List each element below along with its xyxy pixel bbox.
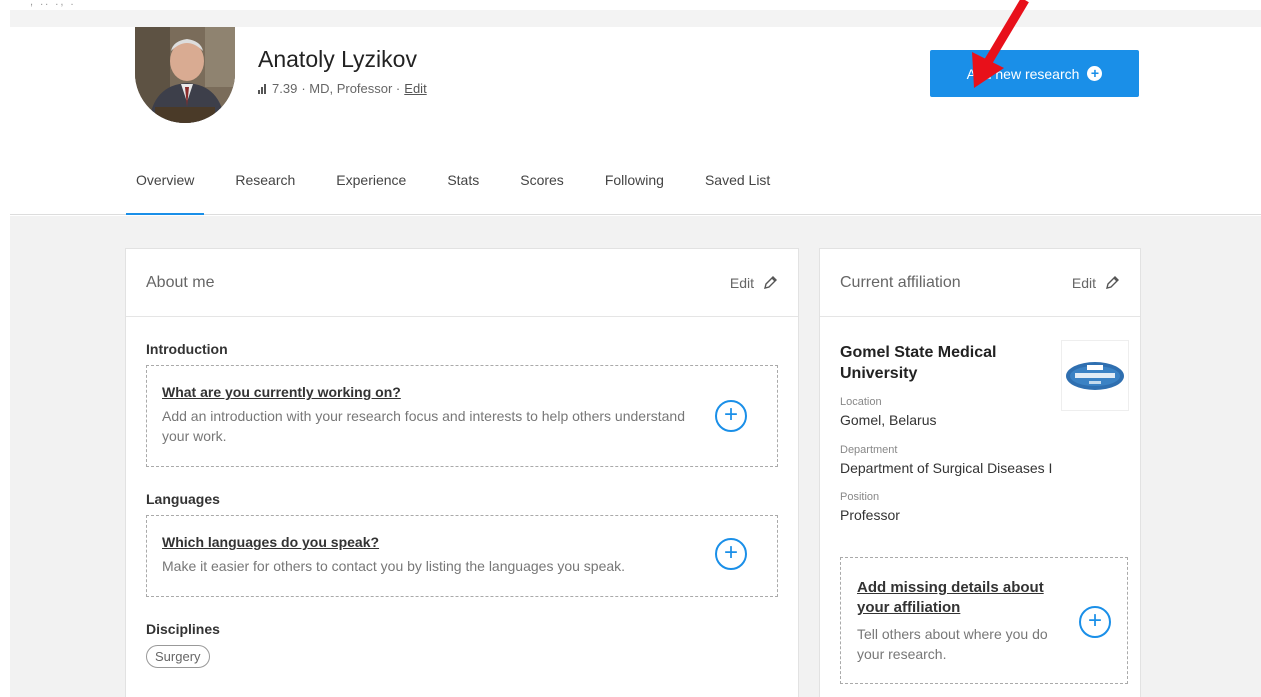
add-new-research-button[interactable]: Add new research + <box>930 50 1139 97</box>
add-affiliation-details-icon[interactable]: + <box>1079 606 1111 638</box>
profile-details: · MD, Professor · <box>301 81 401 96</box>
add-languages-icon[interactable]: + <box>715 538 747 570</box>
location-value: Gomel, Belarus <box>840 412 937 428</box>
position-value: Professor <box>840 507 900 523</box>
about-me-title: About me <box>146 273 215 291</box>
introduction-description: Add an introduction with your research f… <box>162 408 685 444</box>
languages-description: Make it easier for others to contact you… <box>162 558 626 574</box>
score-bars-icon <box>258 83 266 94</box>
introduction-prompt: What are you currently working on? Add a… <box>146 365 778 467</box>
profile-name: Anatoly Lyzikov <box>258 46 417 72</box>
about-me-header: About me Edit <box>126 249 798 317</box>
profile-edit-link[interactable]: Edit <box>404 81 426 96</box>
discipline-chip[interactable]: Surgery <box>146 645 210 668</box>
tab-research[interactable]: Research <box>235 157 295 215</box>
tab-stats[interactable]: Stats <box>447 157 479 215</box>
affiliation-edit-label: Edit <box>1071 274 1096 291</box>
pencil-icon <box>764 275 777 289</box>
profile-meta: 7.39 · MD, Professor · Edit <box>258 81 427 96</box>
department-value: Department of Surgical Diseases I <box>840 460 1053 476</box>
profile-tabs: Overview Research Experience Stats Scores Fol… <box>125 157 811 215</box>
affiliation-missing-prompt: Add missing details about your affiliati… <box>840 557 1128 684</box>
introduction-question[interactable]: What are you currently working on? <box>162 384 707 400</box>
languages-prompt: Which languages do you speak? Make it ea… <box>146 515 778 597</box>
profile-score: 7.39 <box>272 81 298 96</box>
affiliation-missing-question[interactable]: Add missing details about your affiliati… <box>857 578 1067 618</box>
disciplines-title: Disciplines <box>146 621 220 637</box>
top-strip: , .. ., . <box>0 0 1261 10</box>
position-label: Position <box>840 491 880 503</box>
languages-question[interactable]: Which languages do you speak? <box>162 534 707 550</box>
about-me-card: About me Edit Introduction What are you … <box>125 248 799 697</box>
tab-following[interactable]: Following <box>605 157 664 215</box>
tab-saved-list[interactable]: Saved List <box>705 157 770 215</box>
avatar-photo <box>135 27 235 123</box>
location-label: Location <box>840 396 882 408</box>
tab-overview[interactable]: Overview <box>125 157 205 215</box>
add-new-research-label: Add new research <box>966 65 1080 82</box>
department-label: Department <box>840 444 898 456</box>
about-me-edit-button[interactable]: Edit <box>730 275 778 291</box>
main-content: About me Edit Introduction What are you … <box>10 216 1261 697</box>
affiliation-edit-button[interactable]: Edit <box>1072 275 1120 291</box>
avatar[interactable] <box>135 27 235 123</box>
tab-experience[interactable]: Experience <box>336 157 406 215</box>
about-me-edit-label: Edit <box>729 274 754 291</box>
top-bar <box>10 10 1261 27</box>
university-logo-icon <box>1066 361 1124 390</box>
tab-scores[interactable]: Scores <box>520 157 564 215</box>
profile-header: Anatoly Lyzikov 7.39 · MD, Professor · E… <box>10 27 1261 215</box>
current-affiliation-card: Current affiliation Edit Gomel State Med… <box>819 248 1141 697</box>
introduction-title: Introduction <box>146 341 228 357</box>
top-text-fragment: , .. ., . <box>30 0 76 8</box>
languages-title: Languages <box>146 491 220 507</box>
add-introduction-icon[interactable]: + <box>715 400 747 432</box>
pencil-icon <box>1106 275 1119 289</box>
institution-name[interactable]: Gomel State Medical University <box>840 342 1030 384</box>
affiliation-title: Current affiliation <box>840 273 961 291</box>
affiliation-missing-description: Tell others about where you do your rese… <box>857 626 1048 662</box>
institution-logo[interactable] <box>1061 340 1129 411</box>
affiliation-header: Current affiliation Edit <box>820 249 1140 317</box>
plus-circle-icon: + <box>1087 66 1103 81</box>
